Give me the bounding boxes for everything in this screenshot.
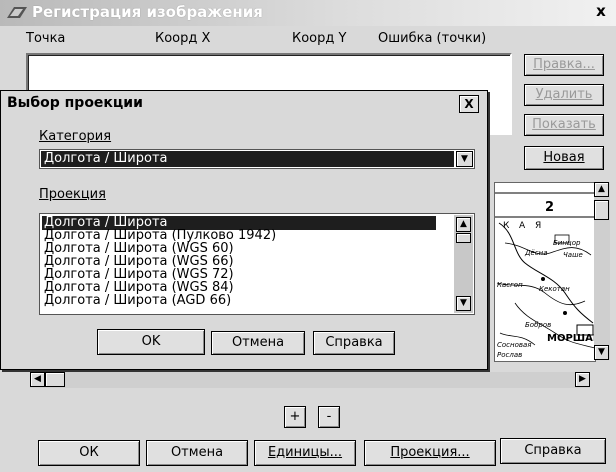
projection-list[interactable]: Долгота / Широта Долгота / Широта (Пулко… <box>39 213 475 315</box>
dialog-cancel-button[interactable]: Отмена <box>211 331 305 355</box>
list-scroll-thumb[interactable] <box>456 233 471 243</box>
ok-button[interactable]: ОК <box>38 440 140 466</box>
window-title: Регистрация изображения <box>32 3 263 21</box>
projection-list-scrollbar[interactable]: ▲ ▼ <box>454 215 473 313</box>
column-header-point: Точка <box>26 31 66 46</box>
new-button-label: Новая <box>543 150 585 165</box>
map-label-9: Бобров <box>525 321 551 329</box>
map-label-8: Кекотан <box>539 285 570 293</box>
map-horizontal-scrollbar[interactable]: ◀ ▶ <box>30 372 590 388</box>
map-label-11: Сосновая <box>497 341 532 349</box>
dialog-title-bar: Выбор проекции X <box>1 91 487 115</box>
zoom-out-button[interactable]: - <box>318 406 340 428</box>
show-button[interactable]: Показать <box>524 114 604 136</box>
cancel-button[interactable]: Отмена <box>146 440 248 466</box>
show-button-label: Показать <box>532 117 596 132</box>
category-label: Категория <box>39 129 112 144</box>
dialog-close-icon[interactable]: X <box>459 95 479 113</box>
column-header-coord-x: Коорд X <box>155 31 211 46</box>
scroll-thumb[interactable] <box>594 200 609 220</box>
new-button[interactable]: Новая <box>524 146 604 170</box>
category-selected-value: Долгота / Широта <box>41 151 454 167</box>
delete-button[interactable]: Удалить <box>524 84 604 106</box>
edit-button-label: Правка... <box>533 57 595 72</box>
projection-label: Проекция <box>39 187 106 202</box>
column-header-coord-y: Коорд Y <box>292 31 347 46</box>
projection-button[interactable]: Проекция... <box>364 440 496 466</box>
image-registration-window: Регистрация изображения x Точка Коорд X … <box>0 0 616 472</box>
map-label-morshan: МОРШАН <box>547 333 595 344</box>
close-icon[interactable]: x <box>592 2 610 20</box>
units-button[interactable]: Единицы... <box>254 440 356 466</box>
category-select[interactable]: Долгота / Широта ▼ <box>39 149 475 169</box>
map-label-6: Чаше <box>563 251 583 259</box>
units-button-label: Единицы... <box>267 445 343 460</box>
map-label-a: А <box>519 221 526 231</box>
map-label-k: К <box>503 221 510 231</box>
map-image: 2 К А Я Бинцор Дёсна Чаше Касгоп Кекотан… <box>495 192 595 359</box>
column-header-error: Ошибка (точки) <box>378 31 487 46</box>
map-label-4: Бинцор <box>553 239 581 247</box>
map-label-ya: Я <box>535 221 541 231</box>
hscroll-thumb[interactable] <box>45 372 65 387</box>
delete-button-label: Удалить <box>535 87 593 102</box>
map-label-5: Дёсна <box>524 249 548 257</box>
list-scroll-down-icon[interactable]: ▼ <box>456 296 471 311</box>
map-label-7: Касгоп <box>497 281 523 289</box>
projection-button-label: Проекция... <box>390 445 470 460</box>
zoom-in-button[interactable]: + <box>284 406 306 428</box>
dialog-help-button[interactable]: Справка <box>313 331 395 355</box>
dialog-ok-button[interactable]: OK <box>97 329 205 355</box>
map-label-2: 2 <box>545 200 554 215</box>
scroll-up-icon[interactable]: ▲ <box>594 182 609 197</box>
dialog-title: Выбор проекции <box>7 95 143 111</box>
scroll-down-icon[interactable]: ▼ <box>594 345 609 360</box>
scroll-right-icon[interactable]: ▶ <box>575 372 590 387</box>
map-label-12: Рослав <box>497 351 522 359</box>
list-scroll-up-icon[interactable]: ▲ <box>456 217 471 232</box>
edit-button[interactable]: Правка... <box>524 54 604 76</box>
projection-dialog: Выбор проекции X Категория Долгота / Шир… <box>0 90 488 370</box>
map-vertical-scrollbar[interactable]: ▲ ▼ <box>594 182 610 360</box>
help-button[interactable]: Справка <box>500 438 606 464</box>
scroll-left-icon[interactable]: ◀ <box>30 372 45 387</box>
map-preview[interactable]: 2 К А Я Бинцор Дёсна Чаше Касгоп Кекотан… <box>494 182 596 362</box>
chevron-down-icon[interactable]: ▼ <box>456 151 473 167</box>
title-bar: Регистрация изображения x <box>0 0 616 26</box>
app-icon <box>7 7 27 18</box>
projection-item[interactable]: Долгота / Широта (AGD 66) <box>42 294 231 308</box>
